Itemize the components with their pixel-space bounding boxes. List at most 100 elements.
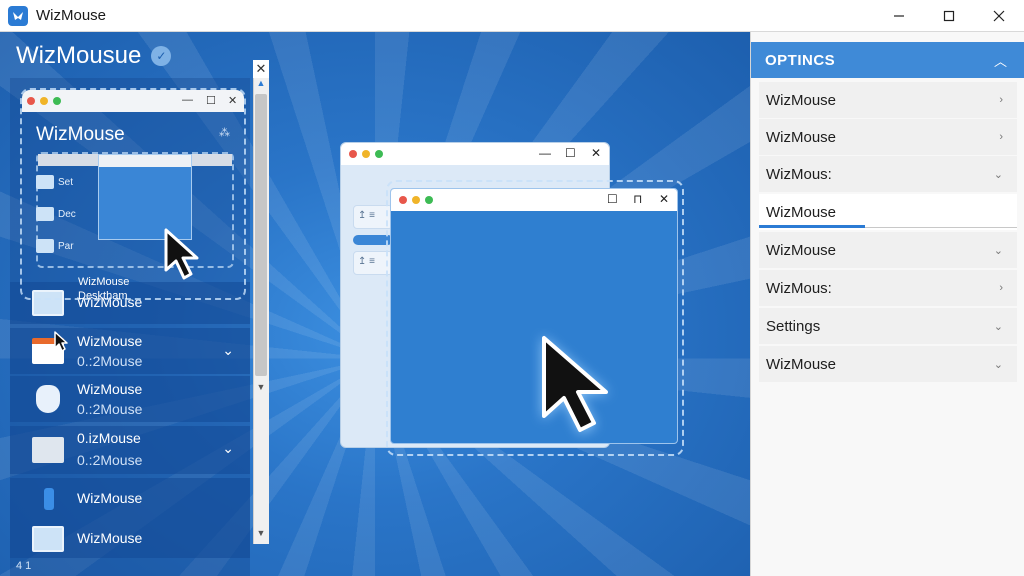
- option-label: WizMouse: [766, 241, 837, 259]
- laptop-icon: [36, 175, 54, 189]
- close-icon: ✕: [228, 95, 238, 107]
- maximize-icon[interactable]: ☐: [565, 146, 576, 160]
- list-item-label: 0.izMouse: [77, 430, 141, 446]
- chevron-down-icon[interactable]: ⌄: [222, 440, 234, 457]
- close-dot-icon: [349, 150, 357, 158]
- list-item[interactable]: WizMouse 0.:2Mouse: [10, 376, 250, 422]
- maximize-icon: ☐: [206, 95, 216, 107]
- options-panel: OPTINCS ︿ WizMouse › WizMouse › WizMous:…: [750, 32, 1024, 576]
- chevron-down-icon: ⌄: [993, 358, 1003, 371]
- title-bar: WizMouse: [0, 0, 1024, 32]
- usb-icon: [44, 488, 54, 510]
- background-window-titlebar: — ☐ ✕: [341, 143, 609, 165]
- laptop-icon: [32, 526, 64, 552]
- close-dot-icon: [399, 196, 407, 204]
- chevron-down-icon[interactable]: ⌄: [222, 342, 234, 359]
- options-header-title: OPTINCS: [765, 51, 836, 69]
- nested-window-titlebar: — ☐ ✕: [22, 90, 244, 112]
- options-header[interactable]: OPTINCS ︿: [751, 42, 1024, 78]
- list-item-label: WizMouse: [77, 333, 143, 349]
- chevron-down-icon: ⌄: [993, 320, 1003, 333]
- close-icon[interactable]: ✕: [591, 146, 601, 160]
- wizmouse-logo-icon: [8, 5, 28, 26]
- minimize-icon: [894, 15, 904, 17]
- option-row-active[interactable]: WizMouse: [759, 194, 1017, 230]
- option-row[interactable]: WizMous: ⌄: [759, 156, 1017, 192]
- list-item-label: WizMouse: [77, 381, 143, 397]
- list-item-sublabel: 0.:2Mouse: [77, 401, 143, 417]
- option-row-settings[interactable]: Settings ⌄: [759, 308, 1017, 344]
- nested-window-preview[interactable]: — ☐ ✕ WizMouse ⁂ Set Dec Par WizMouse De…: [20, 88, 246, 302]
- minimize-dot-icon: [40, 97, 48, 105]
- option-row[interactable]: WizMouse ›: [759, 82, 1017, 118]
- active-underline: [759, 225, 865, 228]
- mouse-cursor-icon: [164, 228, 199, 280]
- laptop-icon: [36, 207, 54, 221]
- sparkle-icon: ⁂: [219, 127, 230, 139]
- verified-badge-icon: ✓: [151, 46, 172, 66]
- minimize-dot-icon: [362, 150, 370, 158]
- option-row[interactable]: WizMouse ›: [759, 119, 1017, 155]
- option-row[interactable]: WizMous: ›: [759, 270, 1017, 306]
- main-area: WizMousue ✓ WizMouse WizMouse 0.:2Mouse …: [0, 32, 750, 576]
- minimize-icon[interactable]: —: [539, 146, 551, 160]
- list-item[interactable]: 0.izMouse 0.:2Mouse ⌄: [10, 426, 250, 474]
- scrollbar-thumb[interactable]: [255, 94, 267, 376]
- window-title: WizMouse: [36, 7, 107, 24]
- option-label: WizMouse: [766, 128, 837, 146]
- option-label: WizMouse: [766, 355, 837, 373]
- restore-icon[interactable]: ⊓: [633, 192, 642, 206]
- chevron-up-icon[interactable]: ︿: [994, 51, 1007, 70]
- close-dot-icon: [27, 97, 35, 105]
- app-heading-text: WizMousue: [16, 42, 142, 69]
- laptop-icon: [36, 239, 54, 253]
- maximize-icon[interactable]: ☐: [607, 192, 618, 206]
- list-item[interactable]: WizMouse: [10, 520, 250, 558]
- list-item[interactable]: WizMouse: [10, 478, 250, 520]
- list-item-label: WizMouse: [77, 530, 143, 546]
- nested-row: Par: [36, 230, 96, 262]
- option-label: WizMouse: [766, 91, 837, 109]
- nested-row: Set: [36, 166, 96, 198]
- drive-icon: [32, 437, 64, 463]
- list-item-sublabel: 0.:2Mouse: [77, 452, 143, 468]
- foreground-window-titlebar: ☐ ⊓ ✕: [391, 189, 677, 211]
- scroll-down-icon[interactable]: ▼: [253, 382, 269, 396]
- close-icon: [993, 10, 1005, 22]
- mouse-cursor-icon: [54, 331, 68, 352]
- option-row[interactable]: WizMouse ⌄: [759, 346, 1017, 382]
- nested-label: Desktham: [78, 290, 128, 302]
- minimize-dot-icon: [412, 196, 420, 204]
- close-icon[interactable]: ✕: [253, 60, 269, 78]
- option-row[interactable]: WizMouse ⌄: [759, 232, 1017, 268]
- option-label: WizMous:: [766, 279, 832, 297]
- maximize-dot-icon: [53, 97, 61, 105]
- list-item[interactable]: WizMouse 0.:2Mouse ⌄: [10, 328, 250, 374]
- list-item-label: WizMouse: [77, 490, 143, 506]
- chevron-right-icon: ›: [999, 94, 1003, 106]
- nested-row: Dec: [36, 198, 96, 230]
- close-button[interactable]: [974, 0, 1024, 32]
- option-label: WizMouse: [766, 203, 837, 221]
- chevron-right-icon: ›: [999, 282, 1003, 294]
- chevron-down-icon: ⌄: [993, 168, 1003, 181]
- mouse-cursor-icon: [542, 336, 610, 434]
- close-icon[interactable]: ✕: [659, 192, 669, 206]
- option-label: Settings: [766, 317, 821, 335]
- maximize-icon: [943, 10, 955, 22]
- minimize-button[interactable]: [874, 0, 924, 32]
- option-label: WizMous:: [766, 165, 832, 183]
- minimize-icon: —: [182, 94, 193, 106]
- maximize-dot-icon: [375, 150, 383, 158]
- list-item-sublabel: 0.:2Mouse: [77, 353, 143, 369]
- nested-label: WizMouse: [78, 276, 130, 288]
- maximize-button[interactable]: [924, 0, 974, 32]
- app-heading: WizMousue ✓: [16, 42, 172, 70]
- chevron-right-icon: ›: [999, 131, 1003, 143]
- scroll-down-icon[interactable]: ▼: [253, 528, 269, 542]
- maximize-dot-icon: [425, 196, 433, 204]
- nested-window-title: WizMouse: [36, 124, 125, 145]
- scroll-up-icon[interactable]: ▲: [253, 78, 269, 92]
- footer-text: 4 1: [16, 560, 32, 572]
- chevron-down-icon: ⌄: [993, 244, 1003, 257]
